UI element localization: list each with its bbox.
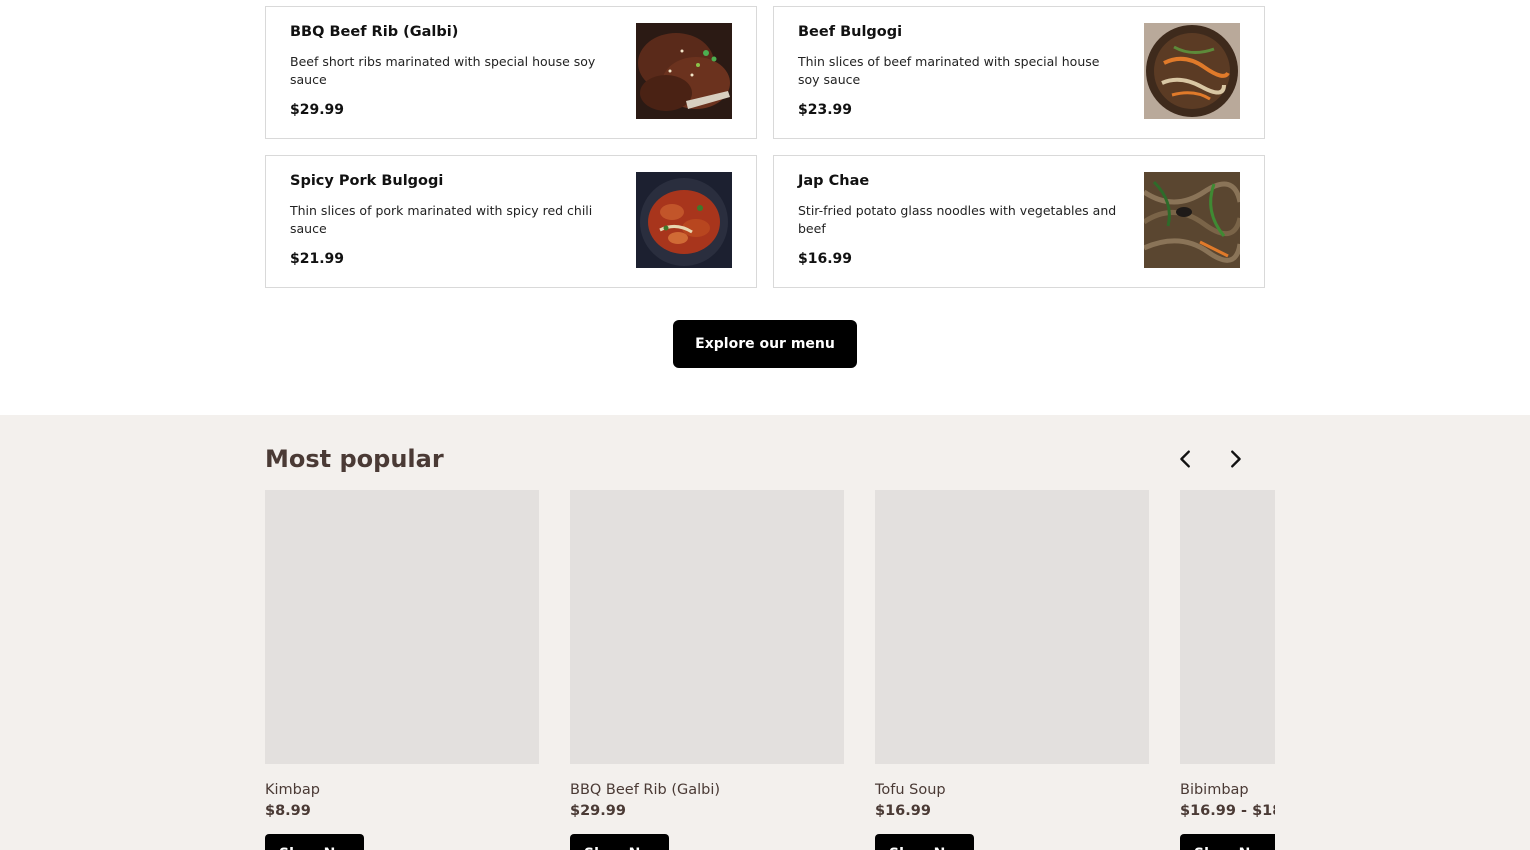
- product-card[interactable]: Kimbap $8.99 Shop Now: [265, 490, 539, 850]
- menu-card[interactable]: Spicy Pork Bulgogi Thin slices of pork m…: [265, 155, 757, 288]
- explore-menu-button[interactable]: Explore our menu: [673, 320, 857, 368]
- product-price: $8.99: [265, 803, 311, 819]
- jap-chae-photo: [1144, 172, 1240, 268]
- menu-card[interactable]: BBQ Beef Rib (Galbi) Beef short ribs mar…: [265, 6, 757, 139]
- section-title: Most popular: [265, 445, 444, 473]
- menu-item-description: Thin slices of beef marinated with speci…: [798, 54, 1100, 87]
- product-image-placeholder[interactable]: [1180, 490, 1275, 764]
- menu-item-price: $21.99: [290, 251, 345, 267]
- most-popular-section: Most popular Kimbap $8.99 Shop Now BBQ B…: [0, 415, 1530, 850]
- product-price: $29.99: [570, 803, 626, 819]
- product-card[interactable]: Bibimbap $16.99 - $18.99 Shop Now: [1180, 490, 1275, 850]
- menu-item-description: Thin slices of pork marinated with spicy…: [290, 203, 593, 236]
- chevron-left-icon: [1180, 450, 1190, 468]
- product-name[interactable]: Tofu Soup: [875, 781, 1149, 799]
- product-image-placeholder[interactable]: [265, 490, 539, 764]
- shop-now-button[interactable]: Shop Now: [875, 834, 974, 850]
- product-card[interactable]: BBQ Beef Rib (Galbi) $29.99 Shop Now: [570, 490, 844, 850]
- galbi-photo: [636, 23, 732, 119]
- spicy-pork-photo: [636, 172, 732, 268]
- product-image-placeholder[interactable]: [875, 490, 1149, 764]
- product-price: $16.99 - $18.99: [1180, 803, 1275, 819]
- shop-now-button[interactable]: Shop Now: [1180, 834, 1275, 850]
- shop-now-button[interactable]: Shop Now: [265, 834, 364, 850]
- carousel-prev-button[interactable]: [1172, 445, 1200, 473]
- product-image-placeholder[interactable]: [570, 490, 844, 764]
- product-name[interactable]: BBQ Beef Rib (Galbi): [570, 781, 844, 799]
- menu-item-price: $23.99: [798, 102, 853, 118]
- menu-item-price: $29.99: [290, 102, 345, 118]
- menu-card[interactable]: Jap Chae Stir-fried potato glass noodles…: [773, 155, 1265, 288]
- bulgogi-photo: [1144, 23, 1240, 119]
- menu-item-price: $16.99: [798, 251, 853, 267]
- product-carousel: Kimbap $8.99 Shop Now BBQ Beef Rib (Galb…: [265, 490, 1530, 850]
- menu-item-description: Stir-fried potato glass noodles with veg…: [798, 203, 1117, 236]
- product-name[interactable]: Bibimbap: [1180, 781, 1275, 799]
- carousel-next-button[interactable]: [1221, 445, 1249, 473]
- menu-card[interactable]: Beef Bulgogi Thin slices of beef marinat…: [773, 6, 1265, 139]
- shop-now-button[interactable]: Shop Now: [570, 834, 669, 850]
- menu-item-description: Beef short ribs marinated with special h…: [290, 54, 596, 87]
- product-price: $16.99: [875, 803, 931, 819]
- featured-menu-grid: BBQ Beef Rib (Galbi) Beef short ribs mar…: [265, 6, 1265, 288]
- product-card[interactable]: Tofu Soup $16.99 Shop Now: [875, 490, 1149, 850]
- chevron-right-icon: [1231, 450, 1241, 468]
- product-name[interactable]: Kimbap: [265, 781, 539, 799]
